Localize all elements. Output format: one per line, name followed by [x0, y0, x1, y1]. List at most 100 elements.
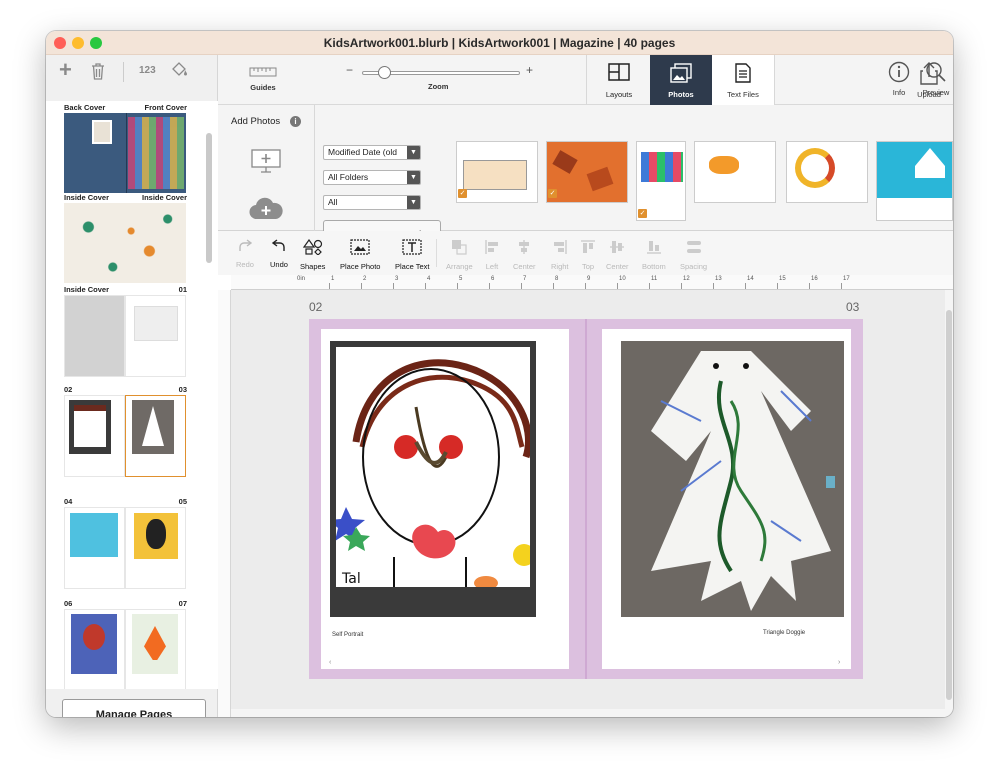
page-thumbnails-panel: + 123 Back Cover Front Cover Inside Cove…: [46, 55, 218, 717]
ruler-tick-label: 1: [331, 276, 335, 282]
thumb-page-04[interactable]: [64, 507, 125, 589]
page-numbers-toggle[interactable]: 123: [139, 65, 156, 76]
redo-icon: [239, 239, 253, 251]
thumb-page-07[interactable]: [125, 609, 186, 689]
info-icon[interactable]: i: [290, 116, 301, 127]
page-canvas[interactable]: 02 03 Tal Self Portrait ‹ Triangle Doggi…: [231, 290, 945, 709]
right-caption[interactable]: Triangle Doggie: [763, 630, 805, 636]
photos-icon: [670, 63, 692, 83]
guides-label: Guides: [250, 83, 276, 92]
page-spread[interactable]: Tal Self Portrait ‹ Triangle Doggie ›: [309, 319, 863, 679]
photo-thumbnail-4[interactable]: [694, 141, 776, 203]
align-bottom-label: Bottom: [642, 262, 666, 271]
scroll-thumb[interactable]: [946, 310, 952, 700]
page-02[interactable]: Tal Self Portrait ‹: [321, 329, 569, 669]
tab-layouts[interactable]: Layouts: [588, 55, 650, 105]
trash-icon[interactable]: [91, 63, 105, 85]
arrange-button[interactable]: Arrange: [446, 239, 473, 271]
photo-thumbnail-2[interactable]: [546, 141, 628, 203]
thumb-page-01[interactable]: [125, 295, 186, 377]
right-page-arrow[interactable]: ›: [838, 659, 840, 666]
shapes-button[interactable]: Shapes: [300, 238, 325, 271]
left-caption[interactable]: Self Portrait: [332, 632, 363, 638]
left-page-arrow[interactable]: ‹: [329, 659, 331, 666]
manage-pages-button[interactable]: Manage Pages: [62, 699, 206, 717]
tab-photos[interactable]: Photos: [650, 55, 712, 105]
zoom-in-icon[interactable]: +: [526, 63, 533, 77]
add-page-icon[interactable]: +: [59, 59, 72, 81]
align-middle-button[interactable]: Center: [606, 239, 629, 271]
align-bottom-button[interactable]: Bottom: [642, 239, 666, 271]
add-from-computer-icon[interactable]: [251, 149, 281, 178]
canvas-vertical-scrollbar[interactable]: [945, 290, 953, 717]
photo-checkmark[interactable]: ✓: [458, 189, 467, 198]
thumb-page-inside-cover[interactable]: [64, 295, 125, 377]
dog-drawing: [651, 351, 835, 611]
align-center-button[interactable]: Center: [513, 239, 536, 271]
canvas-horizontal-scrollbar[interactable]: [231, 709, 945, 717]
triangle-doggie-photo[interactable]: [621, 341, 844, 617]
cover-thumbnail[interactable]: [64, 113, 186, 193]
thumb-page-05[interactable]: [125, 507, 186, 589]
layouts-icon: [608, 63, 630, 81]
info-label: Info: [892, 88, 906, 97]
align-center-label: Center: [513, 262, 536, 271]
page-thumbnail-list[interactable]: Back Cover Front Cover Inside Cover Insi…: [46, 101, 218, 689]
ruler-tick: [777, 283, 778, 289]
thumb-spread-01[interactable]: Inside Cover 01: [63, 285, 187, 377]
spacing-button[interactable]: Spacing: [680, 239, 707, 271]
info-icon: [888, 61, 910, 83]
photo-thumbnail-6[interactable]: [876, 141, 953, 221]
align-top-button[interactable]: Top: [580, 239, 596, 271]
ruler-tick: [361, 283, 362, 289]
place-text-button[interactable]: Place Text: [395, 239, 429, 271]
thumb-page-02[interactable]: [64, 395, 125, 477]
align-center-icon: [519, 240, 530, 254]
self-portrait-photo[interactable]: Tal: [328, 341, 536, 617]
thumb-photo: [71, 614, 117, 674]
align-left-button[interactable]: Left: [484, 239, 500, 271]
main-toolbar: Guides − + Zoom Layouts Photos Text File…: [218, 55, 953, 105]
ruler-tick-label: 9: [587, 276, 591, 282]
align-right-button[interactable]: Right: [551, 239, 569, 271]
guides-button[interactable]: Guides: [246, 65, 280, 92]
align-top-label: Top: [581, 262, 595, 271]
align-middle-label: Center: [606, 262, 629, 271]
photo-thumbnail-1[interactable]: [456, 141, 538, 203]
thumb-spread-inside-cover[interactable]: Inside Cover Inside Cover: [63, 193, 187, 285]
artist-name: Tal: [342, 571, 361, 587]
thumb-spread-04-05[interactable]: 04 05: [63, 497, 187, 589]
add-from-cloud-icon[interactable]: [248, 195, 284, 226]
upload-button[interactable]: Upload: [912, 61, 946, 99]
zoom-out-icon[interactable]: −: [346, 63, 353, 77]
thumb-page-06[interactable]: [64, 609, 125, 689]
redo-button[interactable]: Redo: [236, 239, 254, 269]
photo-content: [552, 150, 578, 174]
filter-dropdown[interactable]: All ▼: [323, 195, 421, 210]
tab-text-files[interactable]: Text Files: [712, 55, 774, 105]
info-button[interactable]: Info: [886, 61, 912, 97]
folders-dropdown[interactable]: All Folders ▼: [323, 170, 421, 185]
photo-checkmark[interactable]: ✓: [638, 209, 647, 218]
photo-thumbnail-5[interactable]: [786, 141, 868, 203]
upload-icon: [920, 62, 938, 85]
ruler-tick-label: 14: [747, 276, 754, 282]
photos-panel: Add Photos i Modified Date (old ▼ All Fol…: [218, 105, 953, 252]
undo-button[interactable]: Undo: [270, 239, 288, 269]
thumb-spread-covers[interactable]: Back Cover Front Cover: [63, 103, 187, 193]
photo-checkmark[interactable]: ✓: [548, 189, 557, 198]
page-03[interactable]: Triangle Doggie ›: [602, 329, 851, 669]
paint-bucket-icon[interactable]: [170, 61, 188, 84]
thumb-spread-02-03[interactable]: 02 03: [63, 385, 187, 477]
thumbnail-scrollbar[interactable]: [206, 133, 212, 263]
thumb-label-left: Inside Cover: [64, 193, 110, 202]
gutter: [585, 319, 587, 679]
zoom-slider-thumb[interactable]: [378, 66, 392, 79]
thumb-spread-06-07[interactable]: 06 07: [63, 599, 187, 689]
thumb-photo-inner: [142, 406, 164, 446]
thumb-page-03-selected[interactable]: [125, 395, 186, 477]
sort-dropdown[interactable]: Modified Date (old ▼: [323, 145, 421, 160]
inside-cover-thumbnail[interactable]: [64, 203, 186, 283]
place-photo-button[interactable]: Place Photo: [340, 239, 380, 271]
chevron-down-icon: ▼: [407, 146, 420, 159]
